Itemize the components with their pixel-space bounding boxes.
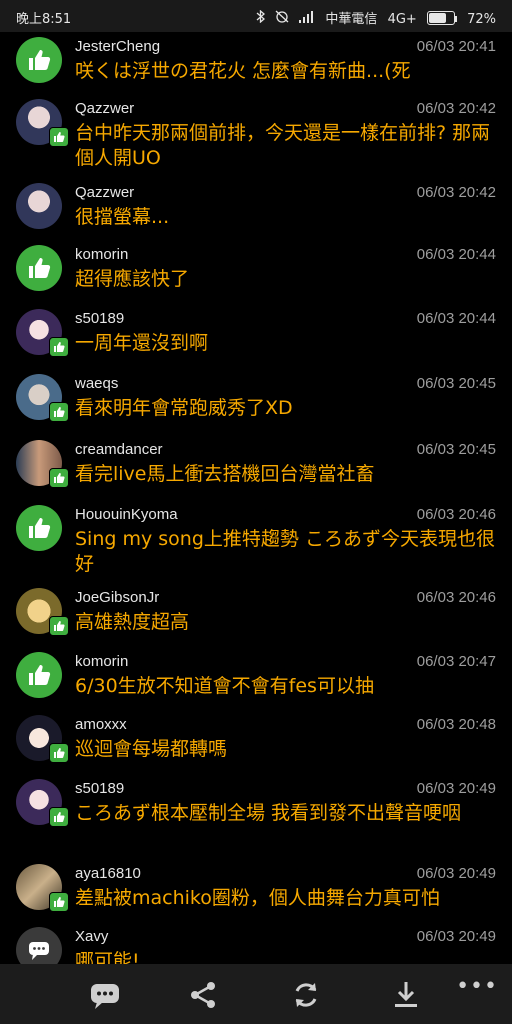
comment-username: waeqs — [75, 375, 119, 392]
comment-username: komorin — [75, 246, 129, 263]
comment-timestamp: 06/03 20:46 — [416, 506, 496, 523]
refresh-icon[interactable] — [289, 978, 323, 1012]
download-icon[interactable] — [389, 978, 423, 1012]
comment-row[interactable]: Qazzwer 06/03 20:42 很擋螢幕... — [0, 178, 512, 240]
battery-icon — [426, 11, 455, 25]
comment-row[interactable]: waeqs 06/03 20:45 看來明年會常跑威秀了XD — [0, 369, 512, 435]
share-icon[interactable] — [186, 978, 220, 1012]
comment-timestamp: 06/03 20:45 — [416, 375, 496, 392]
comment-message: 咲くは浮世の君花火 怎麼會有新曲...(死 — [75, 60, 411, 82]
comment-row[interactable]: JoeGibsonJr 06/03 20:46 高雄熱度超高 — [0, 583, 512, 647]
comment-username: aya16810 — [75, 865, 141, 882]
comment-message: 看完live馬上衝去搭機回台灣當社畜 — [75, 463, 375, 485]
like-icon[interactable] — [16, 37, 62, 83]
battery-percent: 72% — [467, 12, 496, 27]
comment-row[interactable]: komorin 06/03 20:44 超得應該快了 — [0, 240, 512, 304]
like-badge-icon — [49, 127, 69, 147]
comment-timestamp: 06/03 20:41 — [416, 38, 496, 55]
bottom-toolbar: ••• — [0, 964, 512, 1024]
comment-timestamp: 06/03 20:49 — [416, 928, 496, 945]
like-badge-icon — [49, 337, 69, 357]
carrier-name: 中華電信 — [325, 12, 378, 27]
comment-row[interactable]: JesterCheng 06/03 20:41 咲くは浮世の君花火 怎麼會有新曲..… — [0, 32, 512, 94]
like-badge-icon — [49, 468, 69, 488]
signal-icon — [299, 11, 315, 27]
chat-icon[interactable] — [16, 927, 62, 964]
comment-row[interactable]: komorin 06/03 20:47 6/30生放不知道會不會有fes可以抽 — [0, 647, 512, 710]
status-right: 中華電信 4G+ 72% — [250, 8, 496, 27]
comment-message: 6/30生放不知道會不會有fes可以抽 — [75, 675, 374, 697]
comment-username: s50189 — [75, 310, 125, 327]
comment-timestamp: 06/03 20:45 — [416, 441, 496, 458]
comment-timestamp: 06/03 20:42 — [416, 184, 496, 201]
comment-message: 超得應該快了 — [75, 268, 190, 290]
comment-message: 巡迴會每場都轉嗎 — [75, 738, 228, 760]
comment-row[interactable]: creamdancer 06/03 20:45 看完live馬上衝去搭機回台灣當社畜 — [0, 435, 512, 500]
comment-username: komorin — [75, 653, 129, 670]
like-badge-icon — [49, 743, 69, 763]
comment-username: Qazzwer — [75, 100, 135, 117]
comment-timestamp: 06/03 20:42 — [416, 100, 496, 117]
status-time: 晚上8:51 — [16, 12, 72, 27]
comment-message: 台中昨天那兩個前排，今天還是一樣在前排? 那兩個人開UO — [75, 122, 491, 169]
comment-message: 差點被machiko圈粉，個人曲舞台力真可怕 — [75, 887, 440, 909]
comment-username: HououinKyoma — [75, 506, 178, 523]
comment-timestamp: 06/03 20:48 — [416, 716, 496, 733]
like-badge-icon — [49, 616, 69, 636]
comment-message: 看來明年會常跑威秀了XD — [75, 397, 293, 419]
status-bar: 晚上8:51 中華電信 4G+ 72% — [0, 0, 512, 32]
comment-row[interactable]: s50189 06/03 20:49 ころあず根本壓制全場 我看到發不出聲音哽咽 — [0, 774, 512, 859]
more-icon[interactable]: ••• — [456, 974, 498, 999]
comment-feed[interactable]: JesterCheng 06/03 20:41 咲くは浮世の君花火 怎麼會有新曲..… — [0, 32, 512, 964]
like-badge-icon — [49, 402, 69, 422]
comment-timestamp: 06/03 20:44 — [416, 246, 496, 263]
comment-username: JoeGibsonJr — [75, 589, 160, 606]
comment-row[interactable]: Xavy 06/03 20:49 哪可能! — [0, 922, 512, 964]
comment-row[interactable]: Qazzwer 06/03 20:42 台中昨天那兩個前排，今天還是一樣在前排? 那… — [0, 94, 512, 178]
comment-row[interactable]: amoxxx 06/03 20:48 巡迴會每場都轉嗎 — [0, 710, 512, 774]
comment-message: Sing my song上推特趨勢 ころあず今天表現也很好 — [75, 528, 495, 575]
like-icon[interactable] — [16, 505, 62, 551]
comment-row[interactable]: s50189 06/03 20:44 一周年還沒到啊 — [0, 304, 512, 369]
like-badge-icon — [49, 807, 69, 827]
comment-timestamp: 06/03 20:49 — [416, 780, 496, 797]
like-icon[interactable] — [16, 245, 62, 291]
comment-message: 很擋螢幕... — [75, 206, 170, 228]
comment-timestamp: 06/03 20:47 — [416, 653, 496, 670]
comment-timestamp: 06/03 20:49 — [416, 865, 496, 882]
comment-timestamp: 06/03 20:44 — [416, 310, 496, 327]
comment-row[interactable]: aya16810 06/03 20:49 差點被machiko圈粉，個人曲舞台力真可… — [0, 859, 512, 922]
comment-message: ころあず根本壓制全場 我看到發不出聲音哽咽 — [75, 802, 462, 824]
comment-row[interactable]: HououinKyoma 06/03 20:46 Sing my song上推特趨勢… — [0, 500, 512, 583]
comment-username: s50189 — [75, 780, 125, 797]
comment-username: JesterCheng — [75, 38, 161, 55]
network-type: 4G+ — [387, 12, 417, 27]
comment-message: 高雄熱度超高 — [75, 611, 190, 633]
avatar[interactable] — [16, 183, 62, 229]
like-badge-icon — [49, 892, 69, 912]
comment-message: 哪可能! — [75, 950, 140, 964]
alarm-off-icon — [275, 10, 289, 27]
comment-message: 一周年還沒到啊 — [75, 332, 209, 354]
comment-username: Qazzwer — [75, 184, 135, 201]
like-icon[interactable] — [16, 652, 62, 698]
comment-username: amoxxx — [75, 716, 127, 733]
bluetooth-icon — [256, 9, 265, 27]
comment-timestamp: 06/03 20:46 — [416, 589, 496, 606]
chat-icon[interactable] — [88, 978, 122, 1012]
comment-username: creamdancer — [75, 441, 163, 458]
comment-username: Xavy — [75, 928, 109, 945]
